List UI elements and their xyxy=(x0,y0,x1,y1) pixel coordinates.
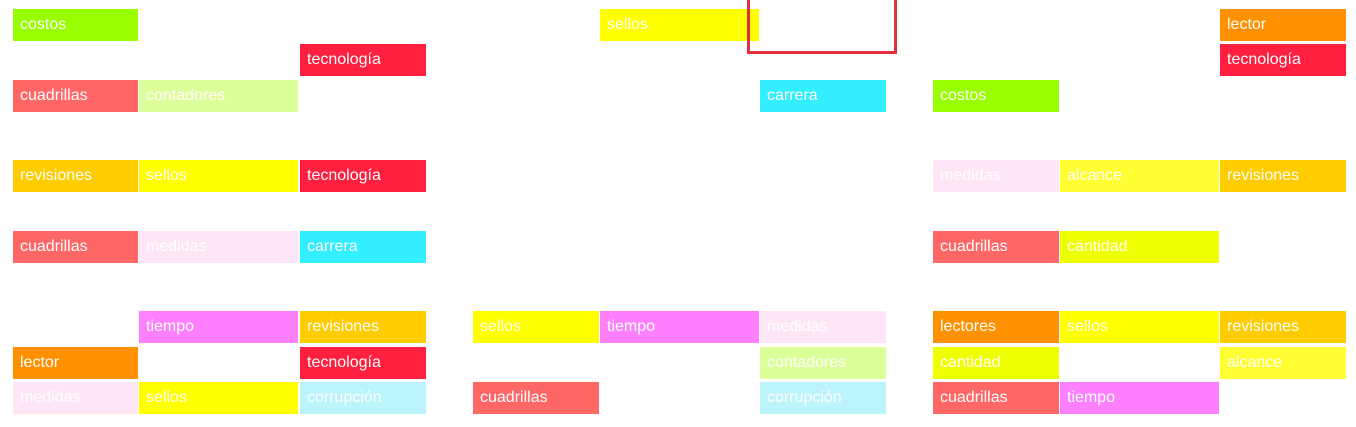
grid-cell[interactable]: contramedida xyxy=(600,80,759,112)
grid-cell[interactable]: carrera xyxy=(760,80,886,112)
selection-highlight xyxy=(747,0,897,54)
grid-cell[interactable]: interna xyxy=(300,9,426,41)
grid-cell[interactable]: carrera xyxy=(300,231,426,263)
grid-cell[interactable]: ajuste xyxy=(1220,80,1346,112)
grid-cell[interactable]: Emergencia médica xyxy=(600,196,759,228)
grid-cell[interactable]: tecnología xyxy=(600,160,759,192)
grid-cell[interactable]: contadores xyxy=(1060,196,1219,228)
grid-cell[interactable]: costos xyxy=(13,9,138,41)
grid-cell[interactable]: sellos xyxy=(139,160,298,192)
grid-cell[interactable]: revisiones xyxy=(1220,311,1346,343)
grid-cell[interactable]: contadores xyxy=(760,196,886,228)
grid-cell[interactable]: cantidad xyxy=(1060,231,1219,263)
grid-cell[interactable]: cuadrillas xyxy=(473,382,599,414)
grid-cell[interactable]: corrupción xyxy=(760,382,886,414)
grid-cell[interactable]: contadores xyxy=(760,347,886,379)
grid-cell[interactable]: medidas xyxy=(1060,347,1219,379)
grid-cell[interactable]: corrupción xyxy=(300,382,426,414)
grid-cell[interactable]: tiempo real xyxy=(600,382,759,414)
grid-cell[interactable]: tiempo xyxy=(1060,382,1219,414)
grid-cell[interactable]: maquinación xyxy=(933,196,1059,228)
grid-cell[interactable]: cercanía xyxy=(1220,231,1346,263)
grid-cell[interactable]: tiempo xyxy=(600,311,759,343)
grid-cell[interactable]: cuadrillas xyxy=(139,347,298,379)
grid-cell[interactable]: tecnología xyxy=(1220,44,1346,76)
grid-cell[interactable]: peso xyxy=(139,196,298,228)
grid-cell[interactable]: pequeño xyxy=(13,196,138,228)
grid-cell[interactable]: manipulación xyxy=(300,196,426,228)
grid-cell[interactable]: diseño xyxy=(1060,9,1219,41)
grid-cell[interactable]: unidades xyxy=(473,44,599,76)
grid-cell[interactable]: formación xyxy=(1220,382,1346,414)
grid-cell[interactable]: cuadrillas xyxy=(933,231,1059,263)
grid-cell[interactable]: facturación xyxy=(139,9,298,41)
grid-cell[interactable]: revisiones xyxy=(600,347,759,379)
grid-cell[interactable]: revisiones xyxy=(1220,160,1346,192)
grid-cell[interactable]: tecnología xyxy=(300,160,426,192)
grid-cell[interactable]: sellos xyxy=(1060,311,1219,343)
grid-cell[interactable]: formación xyxy=(1220,196,1346,228)
grid-cell[interactable]: conductor xyxy=(139,44,298,76)
grid-cell[interactable]: lector xyxy=(13,347,138,379)
grid-cell[interactable]: sellos xyxy=(139,382,298,414)
grid-cell[interactable]: alcance xyxy=(1060,160,1219,192)
grid-cell[interactable]: sellos xyxy=(473,311,599,343)
grid-cell[interactable]: lectores xyxy=(933,311,1059,343)
grid-cell[interactable]: medidas xyxy=(760,311,886,343)
grid-cell[interactable]: cuadrillas xyxy=(13,231,138,263)
grid-cell[interactable]: peso xyxy=(473,196,599,228)
grid-cell[interactable]: tecnología xyxy=(600,44,759,76)
grid-cell[interactable]: fuerzas xyxy=(1060,80,1219,112)
grid-cell[interactable]: cuadrillas xyxy=(13,80,138,112)
grid-cell[interactable]: revisiones xyxy=(13,160,138,192)
word-grid: costos facturación interna inalámbrico sello… xyxy=(0,0,1356,427)
grid-cell[interactable]: identificador xyxy=(933,9,1059,41)
grid-cell[interactable]: revisiones xyxy=(600,231,759,263)
grid-cell[interactable]: costos xyxy=(933,80,1059,112)
grid-cell[interactable]: sellos xyxy=(600,9,759,41)
grid-cell[interactable]: sellos xyxy=(760,160,886,192)
grid-cell[interactable]: alcance xyxy=(1220,347,1346,379)
grid-cell[interactable]: medidas xyxy=(13,382,138,414)
grid-cell[interactable]: formación xyxy=(13,311,138,343)
grid-cell[interactable]: cuadrillas xyxy=(473,231,599,263)
grid-cell[interactable]: revisiones xyxy=(300,311,426,343)
grid-cell[interactable]: manipulación xyxy=(13,44,138,76)
grid-cell[interactable]: cantidad xyxy=(933,347,1059,379)
grid-cell[interactable]: aprendizaje xyxy=(933,44,1059,76)
grid-cell[interactable]: sellos xyxy=(1060,44,1219,76)
grid-cell[interactable]: inalámbrico xyxy=(473,9,599,41)
grid-cell[interactable]: medidas xyxy=(139,231,298,263)
grid-cell[interactable]: tecnología xyxy=(300,44,426,76)
grid-cell[interactable]: lector xyxy=(1220,9,1346,41)
grid-cell[interactable]: rotaciones xyxy=(300,80,426,112)
grid-cell[interactable]: medidas xyxy=(760,231,886,263)
grid-cell[interactable]: tecnología xyxy=(300,347,426,379)
grid-cell[interactable]: formación xyxy=(473,80,599,112)
grid-cell[interactable]: manipulación xyxy=(473,347,599,379)
grid-cell[interactable]: medidas xyxy=(933,160,1059,192)
grid-cell[interactable]: contadores xyxy=(139,80,298,112)
grid-cell[interactable]: cuadrillas xyxy=(933,382,1059,414)
grid-cell[interactable]: tiempo xyxy=(139,311,298,343)
grid-cell[interactable]: corrupción xyxy=(473,160,599,192)
